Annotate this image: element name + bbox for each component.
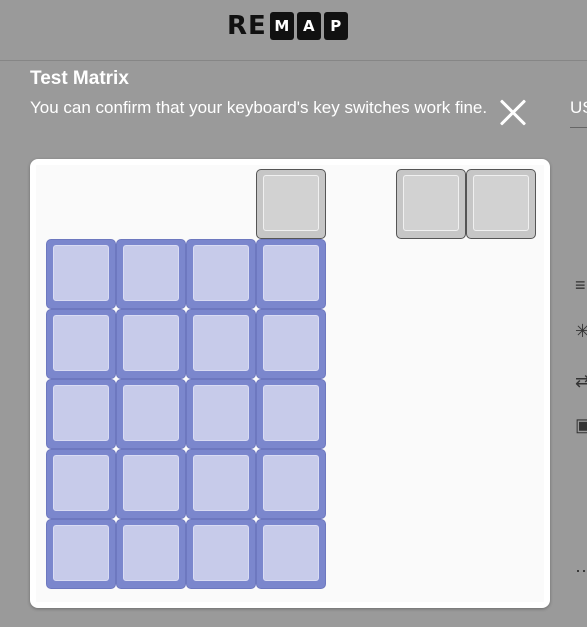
matrix-key[interactable] (186, 239, 256, 309)
dialog-title: Test Matrix (30, 68, 129, 89)
test-matrix-panel (30, 159, 550, 608)
key-cap (193, 385, 249, 441)
key-cap (53, 385, 109, 441)
matrix-key[interactable] (256, 449, 326, 519)
key-cap (473, 175, 529, 231)
header-divider (0, 60, 587, 61)
swap-icon: ⇄ (575, 371, 587, 391)
matrix-key[interactable] (116, 519, 186, 589)
remap-logo[interactable]: RE M A P (227, 12, 348, 40)
matrix-key[interactable] (396, 169, 466, 239)
matrix-key[interactable] (256, 309, 326, 379)
matrix-key[interactable] (256, 379, 326, 449)
key-cap (123, 525, 179, 581)
matrix-key[interactable] (116, 239, 186, 309)
matrix-key[interactable] (46, 519, 116, 589)
logo-letter-p: P (323, 12, 348, 40)
key-cap (193, 455, 249, 511)
matrix-key[interactable] (466, 169, 536, 239)
copy-icon: ▣ (575, 415, 587, 435)
key-cap (263, 525, 319, 581)
matrix-key[interactable] (186, 379, 256, 449)
keyboard-layout-label: US (570, 98, 587, 117)
logo-letter-a: A (296, 12, 321, 40)
close-icon[interactable] (496, 96, 530, 130)
matrix-key[interactable] (116, 309, 186, 379)
key-cap (123, 245, 179, 301)
logo-text: RE (227, 11, 267, 41)
matrix-key[interactable] (256, 239, 326, 309)
key-cap (123, 315, 179, 371)
matrix-key[interactable] (46, 239, 116, 309)
matrix-key[interactable] (116, 449, 186, 519)
matrix-key[interactable] (186, 449, 256, 519)
matrix-key[interactable] (116, 379, 186, 449)
matrix-key[interactable] (256, 169, 326, 239)
dialog-description: You can confirm that your keyboard's key… (30, 98, 488, 117)
app-header: RE M A P (0, 0, 587, 60)
key-cap (263, 315, 319, 371)
keyboard-area (36, 165, 544, 602)
key-cap (53, 315, 109, 371)
key-cap (193, 525, 249, 581)
more-icon: ⋯ (575, 561, 587, 581)
key-cap (263, 245, 319, 301)
matrix-key[interactable] (46, 309, 116, 379)
key-cap (53, 245, 109, 301)
logo-letter-m: M (269, 12, 294, 40)
matrix-key[interactable] (186, 519, 256, 589)
matrix-key[interactable] (46, 449, 116, 519)
layout-select-underline (570, 127, 587, 128)
key-cap (403, 175, 459, 231)
matrix-key[interactable] (256, 519, 326, 589)
key-cap (123, 455, 179, 511)
key-cap (263, 385, 319, 441)
key-cap (263, 175, 319, 231)
light-icon: ✳ (575, 321, 587, 341)
key-cap (123, 385, 179, 441)
matrix-key[interactable] (186, 309, 256, 379)
key-cap (193, 315, 249, 371)
key-cap (53, 455, 109, 511)
key-cap (53, 525, 109, 581)
list-icon: ≡ (575, 275, 586, 295)
key-cap (263, 455, 319, 511)
matrix-key[interactable] (46, 379, 116, 449)
key-cap (193, 245, 249, 301)
